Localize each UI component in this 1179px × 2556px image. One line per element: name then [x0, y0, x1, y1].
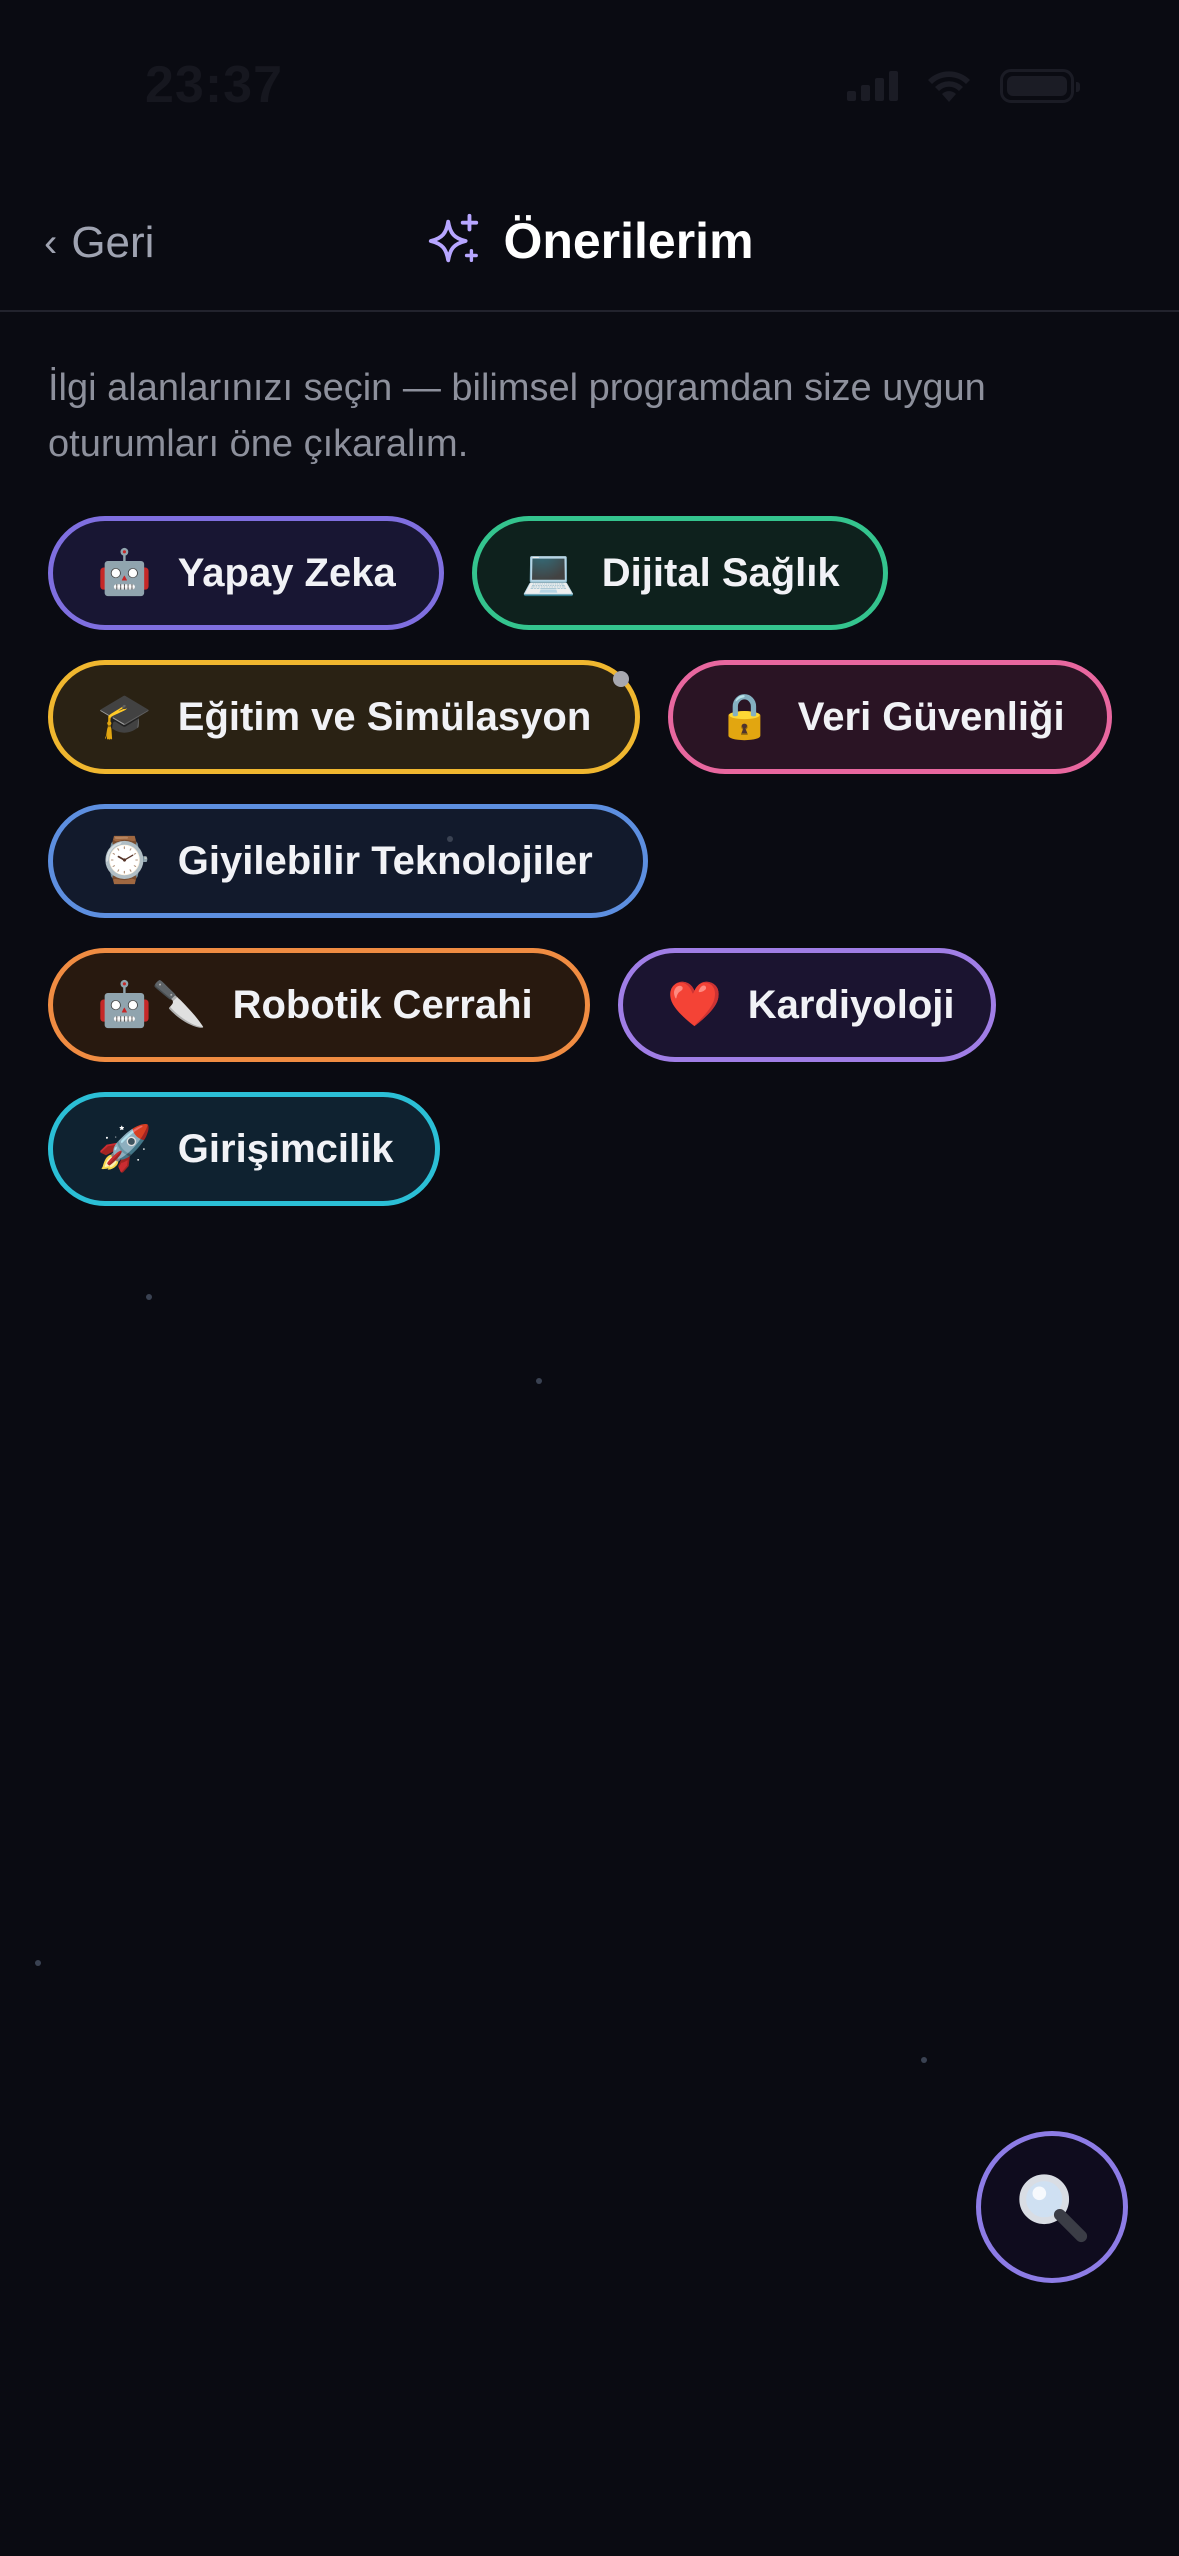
- status-bar: 23:37: [0, 0, 1179, 170]
- page-title-text: Önerilerim: [503, 213, 754, 269]
- chip-dijital-saglik[interactable]: 💻 Dijital Sağlık: [472, 516, 888, 630]
- cellular-signal-icon: [847, 71, 898, 101]
- chip-girisimcilik[interactable]: 🚀 Girişimcilik: [48, 1092, 440, 1206]
- watch-icon: ⌚: [97, 836, 152, 885]
- chip-label: Veri Güvenliği: [797, 694, 1065, 739]
- background-star: [447, 836, 453, 842]
- status-icons: [847, 68, 1080, 104]
- intro-text: İlgi alanlarınızı seçin — bilimsel progr…: [48, 367, 986, 465]
- search-icon: [1019, 2174, 1088, 2243]
- battery-icon: [1000, 69, 1080, 103]
- chip-kardiyoloji[interactable]: ❤️ Kardiyoloji: [618, 948, 996, 1062]
- chip-veri-guvenligi[interactable]: 🔒 Veri Güvenliği: [668, 660, 1112, 774]
- chip-label: Girişimcilik: [177, 1126, 394, 1171]
- page-title: Önerilerim: [0, 212, 1179, 270]
- chip-label: Robotik Cerrahi: [232, 982, 533, 1027]
- lock-icon: 🔒: [717, 692, 772, 741]
- background-star: [35, 1960, 41, 1966]
- chip-robotik-cerrahi[interactable]: 🤖🔪 Robotik Cerrahi: [48, 948, 590, 1062]
- laptop-icon: 💻: [521, 548, 576, 597]
- background-star: [921, 2057, 927, 2063]
- robot-knife-icon: 🤖🔪: [97, 980, 207, 1029]
- sparkles-icon: [429, 213, 479, 263]
- search-button[interactable]: [976, 2131, 1128, 2283]
- rocket-icon: 🚀: [97, 1124, 152, 1173]
- background-star: [146, 1294, 152, 1300]
- nav-bar: ‹ Geri Önerilerim: [0, 170, 1179, 312]
- heart-icon: ❤️: [667, 980, 722, 1029]
- chip-egitim-ve-simulasyon[interactable]: 🎓 Eğitim ve Simülasyon: [48, 660, 640, 774]
- chip-label: Yapay Zeka: [177, 550, 396, 595]
- chip-label: Dijital Sağlık: [601, 550, 840, 595]
- chip-yapay-zeka[interactable]: 🤖 Yapay Zeka: [48, 516, 444, 630]
- robot-icon: 🤖: [97, 548, 152, 597]
- background-star: [536, 1378, 542, 1384]
- chip-label: Kardiyoloji: [747, 982, 955, 1027]
- graduation-cap-icon: 🎓: [97, 692, 152, 741]
- chip-indicator-dot: [613, 671, 629, 687]
- chip-label: Eğitim ve Simülasyon: [177, 694, 592, 739]
- status-time: 23:37: [145, 56, 283, 114]
- chip-giyilebilir-teknolojiler[interactable]: ⌚ Giyilebilir Teknolojiler: [48, 804, 648, 918]
- wifi-icon: [928, 71, 970, 102]
- chip-label: Giyilebilir Teknolojiler: [177, 838, 593, 883]
